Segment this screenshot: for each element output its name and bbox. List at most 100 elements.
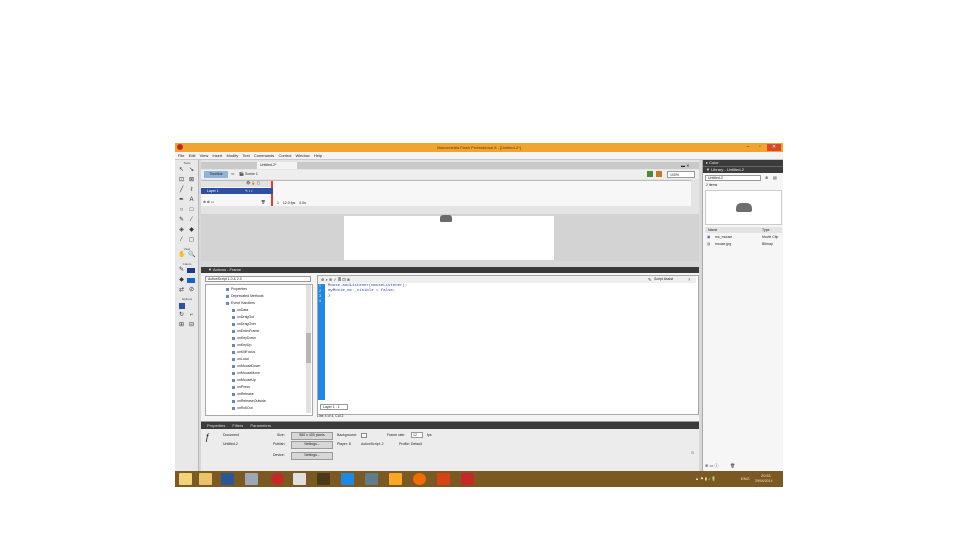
edit-symbols-icon[interactable] <box>647 171 653 177</box>
network-icon[interactable] <box>365 473 378 485</box>
tree-item[interactable]: onMouseUp <box>232 378 256 383</box>
firefox-icon[interactable] <box>413 473 426 485</box>
mouse-clip-icon[interactable] <box>440 215 452 222</box>
tree-item[interactable]: onMouseDown <box>232 364 260 369</box>
properties-icon[interactable]: ⓘ <box>714 463 718 468</box>
document-tab[interactable]: Untitled-2* <box>257 162 297 169</box>
code-hint-icon[interactable]: ⊡ <box>342 277 345 282</box>
frame-rate-input[interactable]: 12 <box>411 432 423 438</box>
stage-canvas[interactable] <box>344 215 554 260</box>
option-b-icon[interactable]: ⊟ <box>188 322 195 329</box>
flash-icon[interactable] <box>271 473 284 485</box>
menu-file[interactable]: File <box>178 152 184 160</box>
tree-item[interactable]: onLoad <box>232 357 249 362</box>
close-button[interactable]: ✕ <box>767 144 781 151</box>
menu-commands[interactable]: Commands <box>254 152 274 160</box>
ink-bottle-icon[interactable]: ◈ <box>178 227 185 234</box>
new-symbol-icon[interactable]: ⊕ <box>705 463 708 468</box>
tray-icons[interactable]: ▲ ⚑ ▮ ♪ 🔋 <box>695 476 737 482</box>
toolbox-scroll-thumb[interactable] <box>306 333 311 363</box>
zoom-tool-icon[interactable]: 🔍 <box>188 252 195 259</box>
target-icon[interactable]: ⊕ <box>329 277 332 282</box>
insert-layer-icon[interactable]: ⊕ <box>203 200 206 204</box>
tab-filters[interactable]: Filters <box>232 422 243 429</box>
text-tool-icon[interactable]: A <box>188 197 195 204</box>
script-tab[interactable]: Layer 1 : 1 <box>320 404 348 410</box>
timeline-button[interactable]: Timeline <box>204 171 228 178</box>
hand-tool-icon[interactable]: ✋ <box>178 252 185 259</box>
smooth-option-icon[interactable]: ↻ <box>178 312 185 319</box>
winamp-icon[interactable] <box>389 473 402 485</box>
tree-item[interactable]: onData <box>232 308 248 313</box>
zoom-select[interactable]: 100% <box>667 171 695 178</box>
auto-format-icon[interactable]: ≣ <box>338 277 341 282</box>
option-a-icon[interactable]: ⊞ <box>178 322 185 329</box>
script-editor[interactable]: ⊕ ⌕ ⊕ ✓ ≣ ⊡ ⊗ ✎ Script Assist ? 1 2 3 4 … <box>317 275 699 415</box>
reader-icon[interactable] <box>293 473 306 485</box>
layer-row[interactable]: Layer 1 ✎ • • <box>201 188 273 194</box>
code-line[interactable]: myMovie_mc._visible = false; <box>328 289 395 294</box>
subselection-tool-icon[interactable]: ↘ <box>188 167 195 174</box>
column-type[interactable]: Type <box>762 227 770 233</box>
tree-item[interactable]: onKeyUp <box>232 343 251 348</box>
actions-panel-title[interactable]: ▼ Actions - Frame <box>201 267 699 273</box>
selection-tool-icon[interactable]: ↖ <box>178 167 185 174</box>
delete-icon[interactable]: 🗑 <box>730 463 735 468</box>
tree-item[interactable]: onRelease <box>232 392 254 397</box>
column-name[interactable]: Name <box>708 227 717 233</box>
device-settings-button[interactable]: Settings... <box>291 452 333 460</box>
clock-time[interactable]: 20:51 <box>761 473 771 478</box>
edit-scene-icon[interactable] <box>656 171 662 177</box>
menu-insert[interactable]: Insert <box>212 152 222 160</box>
stroke-color-swatch[interactable] <box>187 268 195 273</box>
fill-transform-icon[interactable]: ⊠ <box>188 177 195 184</box>
skype-icon[interactable] <box>341 473 354 485</box>
script-assist-label[interactable]: Script Assist <box>654 276 673 283</box>
toolbox-scrollbar[interactable] <box>306 285 311 413</box>
library-item[interactable]: ▨ mouse.jpg Bitmap <box>705 241 782 247</box>
script-assist-icon[interactable]: ✎ <box>648 276 651 283</box>
tree-item[interactable]: Event Handlers <box>226 301 255 306</box>
oval-tool-icon[interactable]: ○ <box>178 207 185 214</box>
script-target-select[interactable]: ActionScript 1.0 & 2.0 <box>205 276 311 282</box>
language-indicator[interactable]: ENG <box>741 476 750 481</box>
tree-item[interactable]: Properties <box>226 287 247 292</box>
menu-window[interactable]: Window <box>295 152 309 160</box>
menu-edit[interactable]: Edit <box>189 152 196 160</box>
swap-colors-icon[interactable]: ⇄ <box>178 287 185 294</box>
tab-properties[interactable]: Properties <box>207 422 225 429</box>
tree-item[interactable]: onEnterFrame <box>232 329 259 334</box>
straighten-option-icon[interactable]: ⌐ <box>188 312 195 319</box>
word-icon[interactable] <box>221 473 234 485</box>
pencil-tool-icon[interactable]: ✎ <box>178 217 185 224</box>
app-icon[interactable] <box>245 473 258 485</box>
tree-item[interactable]: onPress <box>232 385 250 390</box>
panel-options-icon[interactable]: ▬ ✕ <box>681 162 697 169</box>
tree-item[interactable]: onMouseMove <box>232 371 260 376</box>
library-panel-header[interactable]: ▼ Library - Untitled-2 <box>703 166 783 173</box>
free-transform-icon[interactable]: ⊡ <box>178 177 185 184</box>
library-item[interactable]: ▣ mc_mouse Movie Clip <box>705 234 782 240</box>
snap-option-icon[interactable] <box>179 303 185 309</box>
powerpoint-icon[interactable] <box>437 473 450 485</box>
no-color-icon[interactable]: ⊘ <box>188 287 195 294</box>
fill-color-icon[interactable]: ◆ <box>178 277 185 284</box>
line-tool-icon[interactable]: ╱ <box>178 187 185 194</box>
menu-view[interactable]: View <box>200 152 209 160</box>
new-folder-icon[interactable]: ▭ <box>709 463 713 468</box>
menu-control[interactable]: Control <box>278 152 291 160</box>
delete-layer-icon[interactable]: 🗑 <box>261 200 265 204</box>
add-item-icon[interactable]: ⊕ <box>321 277 324 282</box>
find-icon[interactable]: ⌕ <box>325 277 327 282</box>
size-button[interactable]: 550 x 400 pixels <box>291 432 333 440</box>
brush-tool-icon[interactable]: ⁄ <box>188 217 195 224</box>
paint-bucket-icon[interactable]: ◆ <box>188 227 195 234</box>
tree-item[interactable]: onKillFocus <box>232 350 255 355</box>
tree-item[interactable]: onDragOver <box>232 322 256 327</box>
new-library-icon[interactable]: ▤ <box>773 175 777 180</box>
pen-tool-icon[interactable]: ✒ <box>178 197 185 204</box>
back-arrow-icon[interactable]: ⇦ <box>231 171 234 176</box>
tree-item[interactable]: onDragOut <box>232 315 254 320</box>
properties-help-icon[interactable]: ⊙ <box>691 450 694 455</box>
check-syntax-icon[interactable]: ✓ <box>333 277 336 282</box>
